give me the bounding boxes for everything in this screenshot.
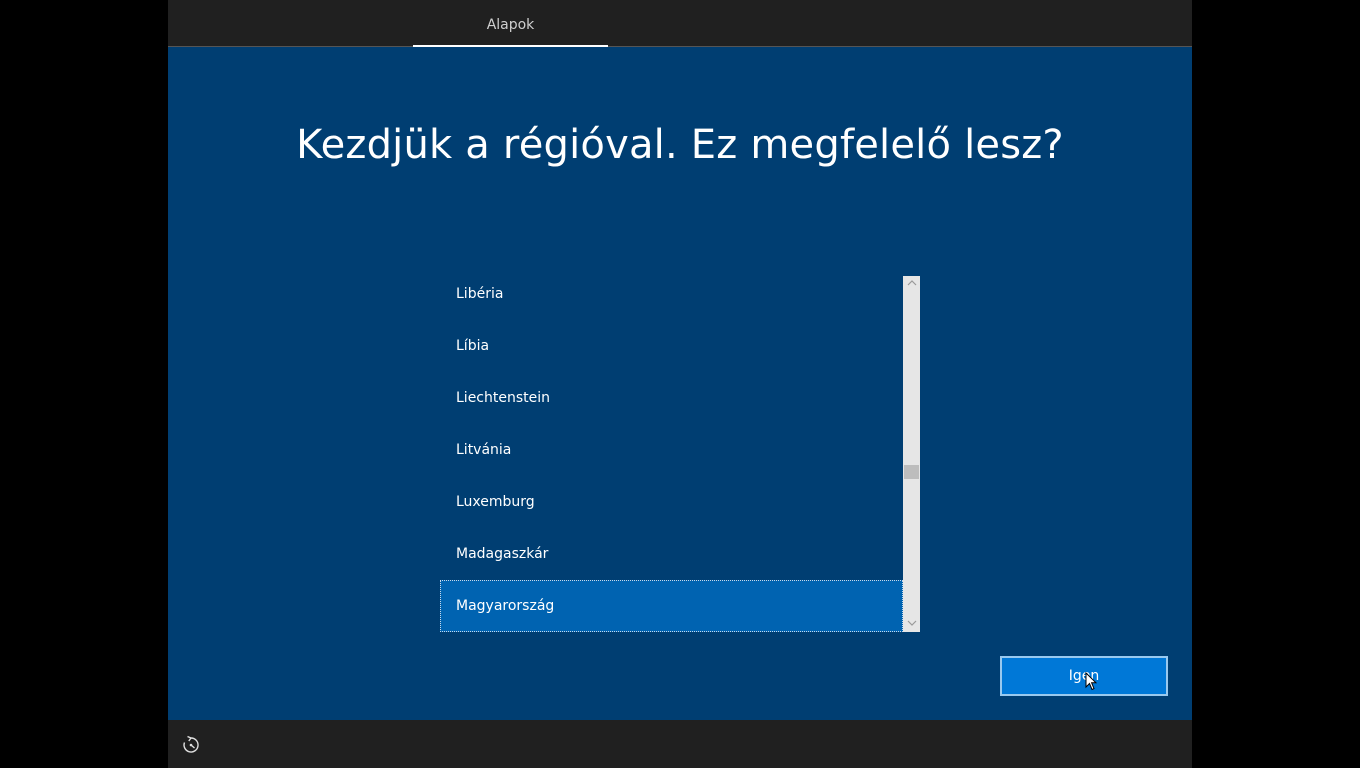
list-item[interactable]: Litvánia [440, 432, 903, 484]
list-item-label: Líbia [456, 338, 490, 354]
list-item-label: Libéria [456, 286, 504, 302]
region-list-items: Libéria Líbia Liechtenstein Litvánia Lux… [440, 276, 903, 632]
list-item[interactable]: Luxemburg [440, 484, 903, 536]
bottom-bar [168, 720, 1192, 768]
chevron-up-icon[interactable] [903, 276, 920, 292]
page-title: Kezdjük a régióval. Ez megfelelő lesz? [296, 122, 1064, 168]
oobe-screen: Alapok Kezdjük a régióval. Ez megfelelő … [168, 0, 1192, 768]
list-item[interactable]: Líbia [440, 328, 903, 380]
list-item-selected[interactable]: Magyarország [440, 580, 903, 632]
list-scrollbar[interactable] [903, 276, 920, 632]
tab-basics-label: Alapok [486, 17, 535, 33]
yes-button[interactable]: Igen [1000, 656, 1168, 696]
scrollbar-thumb[interactable] [904, 465, 919, 479]
region-listbox[interactable]: Libéria Líbia Liechtenstein Litvánia Lux… [440, 276, 920, 632]
mouse-cursor-icon [1085, 672, 1097, 691]
tab-basics[interactable]: Alapok [413, 0, 608, 47]
list-item[interactable]: Liechtenstein [440, 380, 903, 432]
list-item-label: Litvánia [456, 442, 512, 458]
chevron-down-icon[interactable] [903, 616, 920, 632]
list-item-label: Madagaszkár [456, 546, 549, 562]
list-item-label: Magyarország [456, 598, 555, 614]
list-item-label: Liechtenstein [456, 390, 551, 406]
ease-of-access-icon[interactable] [180, 734, 202, 756]
top-bar: Alapok [168, 0, 1192, 47]
list-item-label: Luxemburg [456, 494, 535, 510]
list-item[interactable]: Libéria [440, 276, 903, 328]
tab-active-underline [413, 45, 608, 47]
